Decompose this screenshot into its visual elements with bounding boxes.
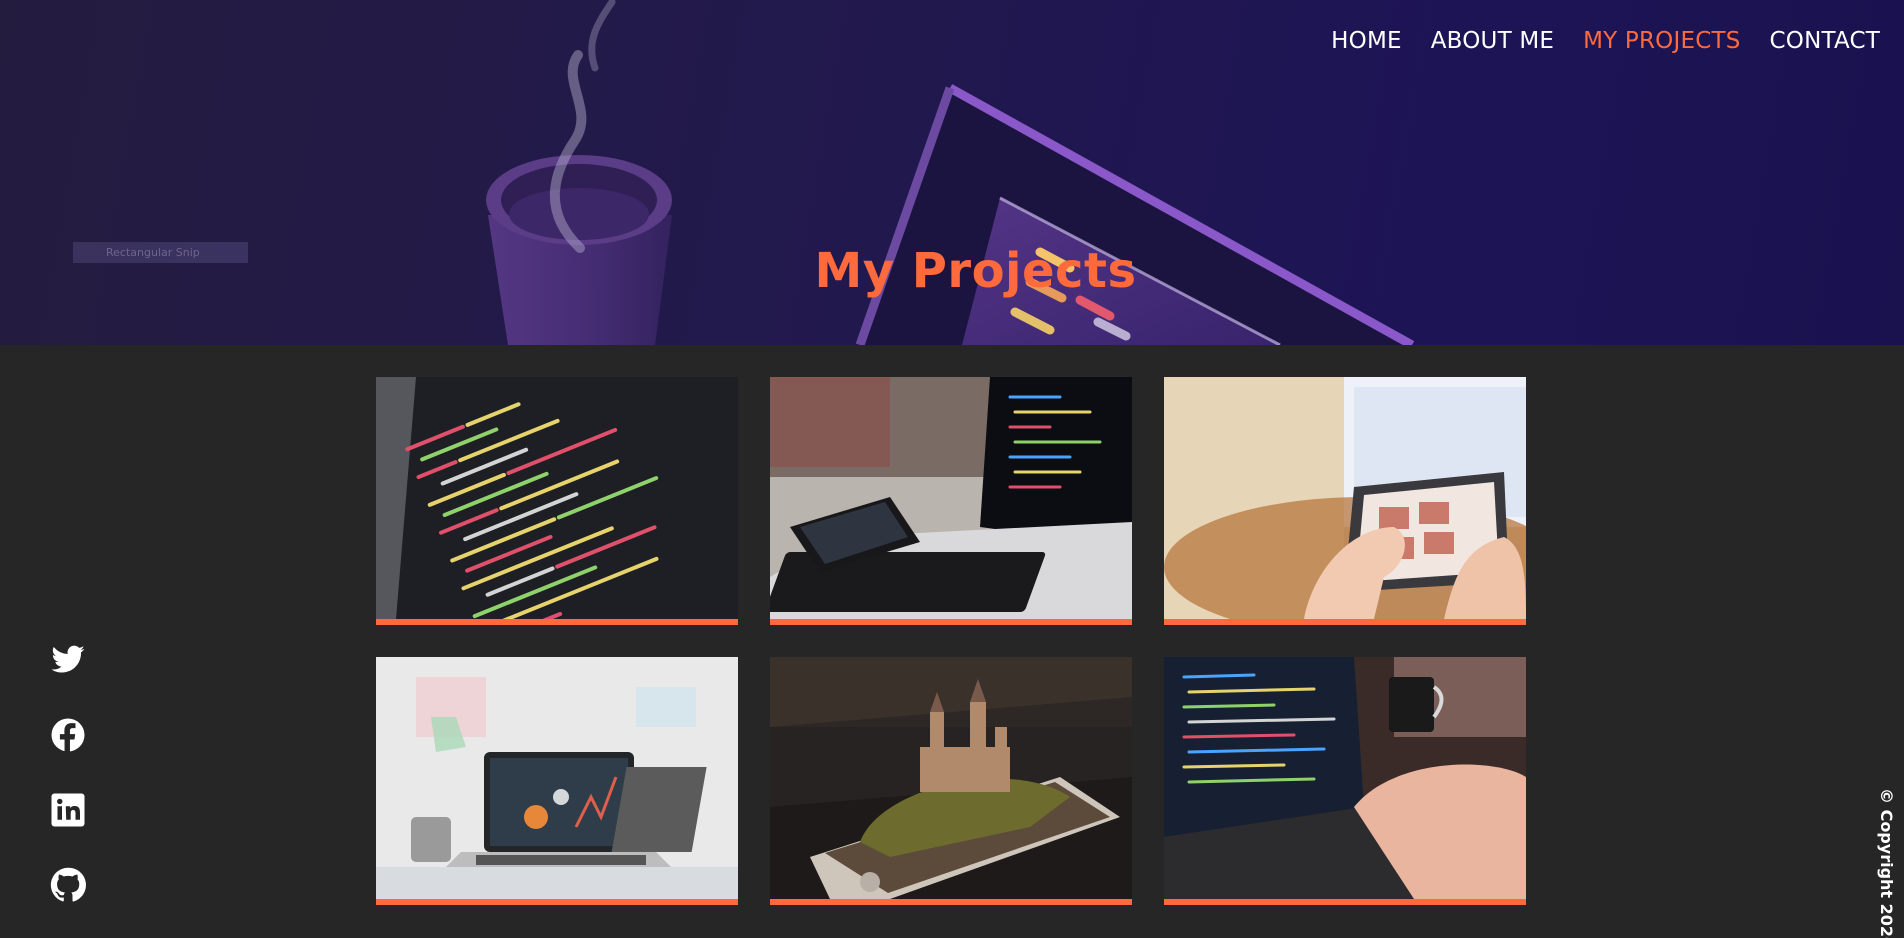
projects-grid	[376, 377, 1526, 905]
nav-about-link[interactable]: ABOUT ME	[1431, 28, 1554, 54]
linkedin-icon	[51, 793, 85, 827]
project-image-castle-phone	[770, 657, 1132, 899]
nav-home-link[interactable]: HOME	[1331, 28, 1402, 54]
project-card[interactable]	[376, 657, 738, 905]
main-nav: HOME ABOUT ME MY PROJECTS CONTACT	[1331, 28, 1880, 54]
page-title: My Projects	[814, 243, 1137, 299]
twitter-icon	[51, 645, 85, 673]
social-links	[50, 642, 86, 903]
project-image-tablet-hands	[1164, 377, 1526, 619]
github-icon	[50, 867, 86, 902]
project-card[interactable]	[376, 377, 738, 625]
project-card[interactable]	[1164, 377, 1526, 625]
project-card[interactable]	[770, 377, 1132, 625]
facebook-link[interactable]	[50, 717, 86, 753]
twitter-link[interactable]	[50, 642, 86, 678]
facebook-icon	[51, 718, 85, 753]
nav-projects-link[interactable]: MY PROJECTS	[1583, 28, 1740, 54]
project-image-laptop-dashboard	[376, 657, 738, 899]
project-image-typing-laptop	[1164, 657, 1526, 899]
project-card[interactable]	[770, 657, 1132, 905]
github-link[interactable]	[50, 867, 86, 903]
nav-contact-link[interactable]: CONTACT	[1770, 28, 1880, 54]
copyright-text: © Copyright 2020	[1877, 788, 1896, 938]
hero-banner: Rectangular Snip HOME ABOUT ME MY PROJEC…	[0, 0, 1904, 345]
linkedin-link[interactable]	[50, 792, 86, 828]
project-image-laptop-code	[770, 377, 1132, 619]
project-card[interactable]	[1164, 657, 1526, 905]
project-image-code-monitor	[376, 377, 738, 619]
